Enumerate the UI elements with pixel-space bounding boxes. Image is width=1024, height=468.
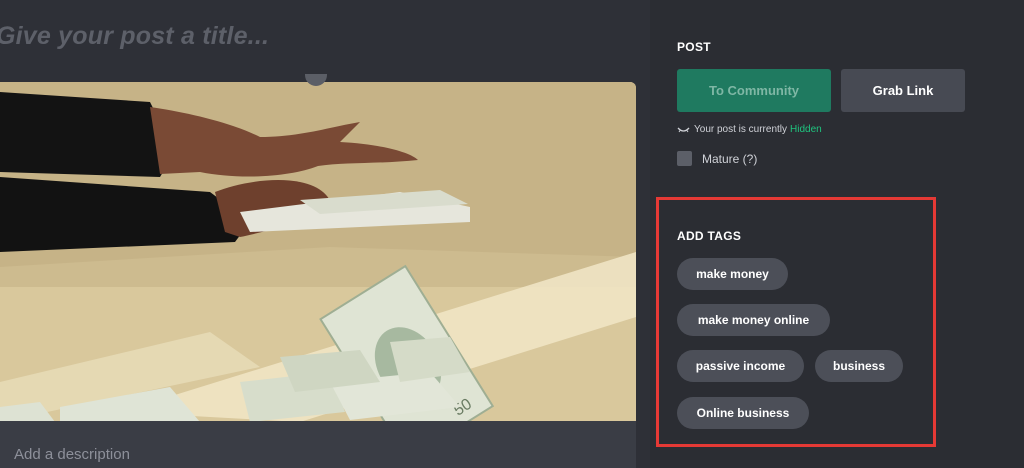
post-editor-pane: Give your post a title... 50 Add a descr… xyxy=(0,0,650,468)
tag-passive-income[interactable]: passive income xyxy=(677,350,804,382)
mature-label[interactable]: Mature (?) xyxy=(702,152,757,166)
description-field[interactable]: Add a description xyxy=(0,421,636,468)
money-photo: 50 xyxy=(0,82,636,422)
post-image[interactable]: 50 xyxy=(0,82,636,422)
description-placeholder: Add a description xyxy=(14,446,130,463)
tag-make-money-online[interactable]: make money online xyxy=(677,304,830,336)
post-title-input[interactable]: Give your post a title... xyxy=(0,22,269,51)
add-tags-heading: ADD TAGS xyxy=(677,229,742,243)
mature-option[interactable]: Mature (?) xyxy=(677,151,757,166)
status-hidden-link[interactable]: Hidden xyxy=(790,124,822,135)
grab-link-button[interactable]: Grab Link xyxy=(841,69,965,112)
mature-checkbox[interactable] xyxy=(677,151,692,166)
eye-icon xyxy=(677,127,690,132)
post-editor-screen: Give your post a title... 50 Add a descr… xyxy=(0,0,1024,468)
post-settings-sidebar: POST To Community Grab Link Your post is… xyxy=(650,0,1024,468)
status-prefix: Your post is currently xyxy=(694,124,788,135)
tag-business[interactable]: business xyxy=(815,350,903,382)
post-heading: POST xyxy=(677,40,711,54)
to-community-button[interactable]: To Community xyxy=(677,69,831,112)
post-visibility-status: Your post is currently Hidden xyxy=(677,124,822,135)
tag-make-money[interactable]: make money xyxy=(677,258,788,290)
tag-online-business[interactable]: Online business xyxy=(677,397,809,429)
